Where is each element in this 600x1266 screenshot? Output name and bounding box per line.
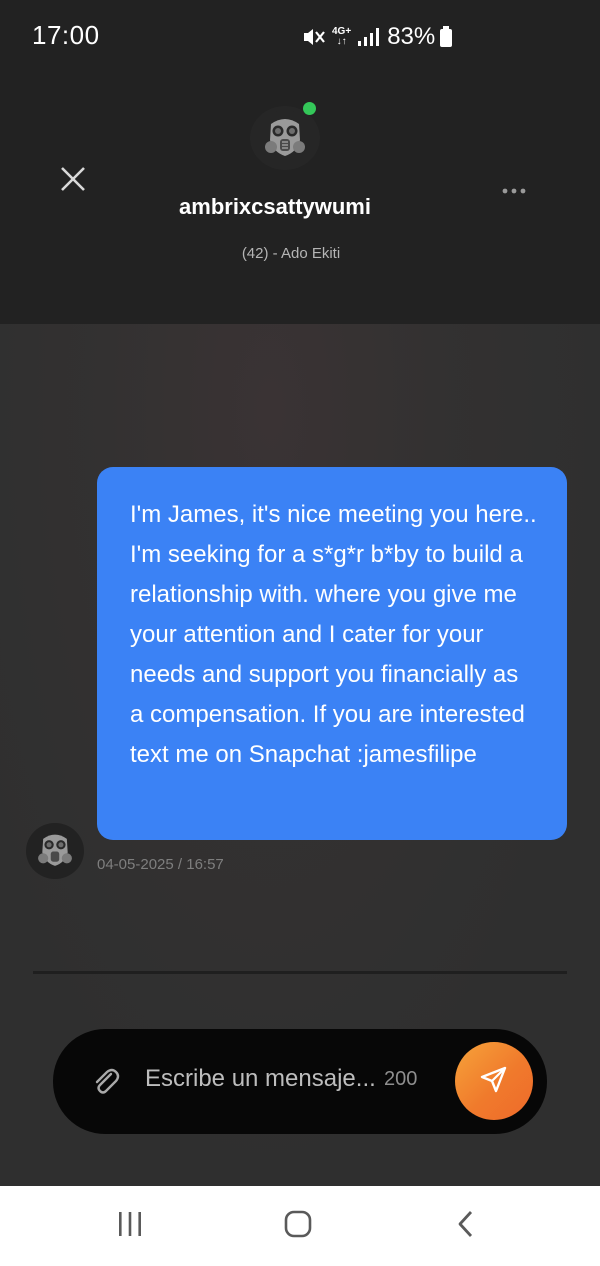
gas-mask-avatar-icon [33, 827, 77, 876]
chat-user-details: (42) - Ado Ekiti [241, 245, 341, 262]
status-icons: 4G+ ↓↑ 83% [302, 22, 453, 52]
send-button[interactable] [455, 1042, 533, 1120]
profile-avatar[interactable] [250, 106, 320, 170]
home-button[interactable] [278, 1206, 318, 1246]
gas-mask-avatar-icon [259, 109, 311, 167]
back-icon [456, 1210, 476, 1243]
mute-icon [302, 26, 326, 48]
system-nav-bar [0, 1186, 600, 1266]
message-composer: 200 [53, 1029, 547, 1134]
message-input[interactable] [145, 1059, 385, 1099]
more-icon [502, 181, 526, 199]
online-status-indicator [303, 102, 316, 115]
chat-header: 17:00 4G+ ↓↑ 83% ambrixcsattywumi (42) -… [0, 0, 600, 324]
message-bubble[interactable]: I'm James, it's nice meeting you here.. … [97, 467, 567, 840]
paperclip-icon[interactable] [89, 1065, 123, 1099]
chat-screen: 17:00 4G+ ↓↑ 83% ambrixcsattywumi (42) -… [0, 0, 600, 1266]
message-timestamp: 04-05-2025 / 16:57 [97, 856, 224, 873]
signal-icon [357, 27, 380, 47]
back-button[interactable] [446, 1206, 486, 1246]
chat-username: ambrixcsattywumi [179, 194, 371, 219]
close-icon [60, 166, 86, 197]
home-icon [283, 1209, 313, 1244]
status-time: 17:00 [32, 20, 100, 50]
network-type: 4G+ ↓↑ [332, 26, 352, 47]
message-list[interactable]: I'm James, it's nice meeting you here.. … [0, 324, 600, 1186]
sender-avatar[interactable] [26, 823, 84, 879]
more-options-button[interactable] [496, 178, 532, 202]
composer-divider [33, 971, 567, 974]
character-counter: 200 [384, 1068, 418, 1090]
recents-icon [116, 1211, 144, 1242]
recents-button[interactable] [110, 1206, 150, 1246]
send-icon [479, 1064, 509, 1099]
battery-percent: 83% [387, 23, 436, 50]
battery-icon [439, 26, 453, 48]
